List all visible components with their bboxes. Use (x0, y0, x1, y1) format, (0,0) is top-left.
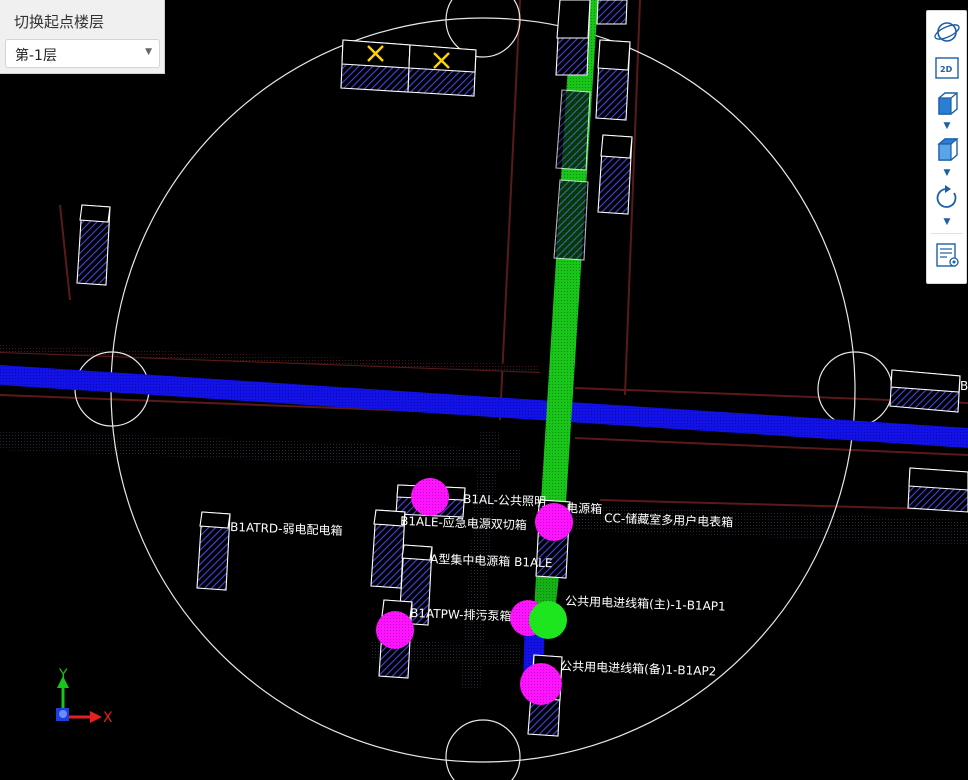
node-cc[interactable] (535, 503, 573, 541)
svg-text:2D: 2D (940, 65, 953, 74)
cube-view-alt-icon (937, 138, 959, 161)
toolbar-divider (931, 233, 963, 234)
top-box-2 (407, 44, 477, 97)
cube-view-icon (938, 92, 958, 115)
rotate-dropdown[interactable]: ▼ (941, 217, 953, 227)
green-pipe-vertical[interactable] (538, 0, 598, 550)
3d-viewport[interactable]: B1ATRD-弱电配电箱 B1AL-公共照明 B1ALE-应急电源双切箱 A型集… (0, 0, 968, 780)
floor-panel-title: 切换起点楼层 (14, 13, 105, 31)
label-b1atrd: B1ATRD-弱电配电箱 (230, 519, 343, 538)
rotate-icon (936, 185, 957, 208)
top-box-1 (340, 39, 411, 93)
orbit-icon (934, 22, 960, 42)
label-box-a: A型集中电源箱 B1ALE (430, 551, 553, 570)
label-right-b: B (960, 379, 968, 393)
cube-view-dropdown[interactable]: ▼ (941, 121, 953, 131)
cube-view-alt-dropdown[interactable]: ▼ (941, 168, 953, 178)
label-b1ale: B1ALE-应急电源双切箱 (400, 513, 527, 532)
orbit-button[interactable] (932, 17, 962, 47)
node-ap2[interactable] (520, 663, 562, 705)
axis-gizmo: Y X (56, 667, 113, 726)
label-b1al: B1AL-公共照明 (463, 492, 546, 509)
label-ap2: 公共用电进线箱(备)1-B1AP2 (560, 658, 717, 678)
rotate-button[interactable] (932, 183, 962, 213)
view-2d-icon: 2D (935, 57, 959, 79)
axis-x-label: X (103, 710, 113, 726)
floor-select[interactable]: 第-1层 ▼ (5, 39, 160, 68)
axis-y-label: Y (58, 667, 68, 683)
properties-view-icon (936, 243, 959, 267)
node-b1atpw[interactable] (376, 611, 414, 649)
label-ap1: 公共用电进线箱(主)-1-B1AP1 (565, 593, 726, 614)
cube-view-button[interactable] (932, 89, 962, 119)
cube-view-alt-button[interactable] (932, 135, 962, 165)
view-toolbar: 2D ▼ ▼ ▼ (926, 10, 967, 284)
view-2d-button[interactable]: 2D (932, 53, 962, 83)
label-dianxiang: 电源箱 (566, 500, 603, 516)
node-b1al[interactable] (411, 478, 449, 516)
properties-view-button[interactable] (932, 240, 962, 270)
chevron-down-icon: ▼ (145, 47, 152, 57)
scene-canvas[interactable]: B1ATRD-弱电配电箱 B1AL-公共照明 B1ALE-应急电源双切箱 A型集… (0, 0, 968, 780)
floor-select-value: 第-1层 (15, 48, 57, 64)
node-ap1[interactable] (529, 601, 567, 639)
floor-switch-panel: 切换起点楼层 第-1层 ▼ (0, 0, 165, 74)
